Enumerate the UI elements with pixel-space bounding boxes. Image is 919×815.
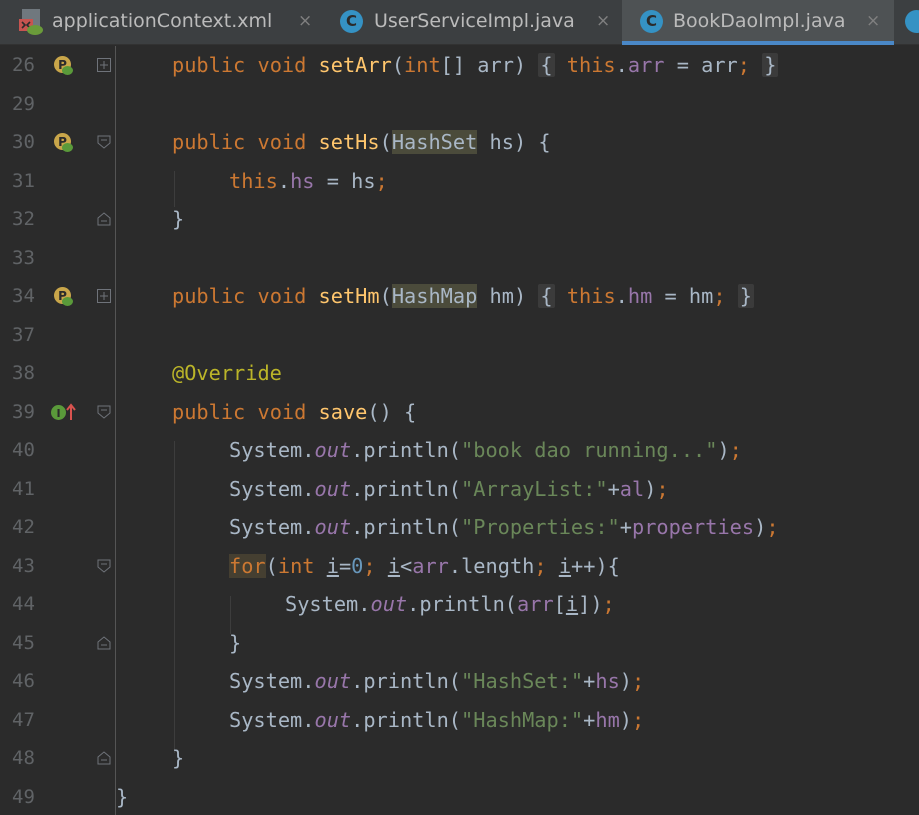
- code-text: }: [172, 207, 185, 231]
- line-number: 33: [12, 246, 35, 269]
- line-number: 31: [12, 169, 35, 192]
- code-text: System.out.println("ArrayList:"+al);: [229, 476, 669, 501]
- ide-window: applicationContext.xml × C UserServiceIm…: [0, 0, 919, 815]
- code-line[interactable]: 29: [0, 85, 919, 124]
- code-text: public void setHm(HashMap hm) { this.hm …: [172, 284, 755, 308]
- line-number: 32: [12, 208, 35, 230]
- line-number: 29: [12, 92, 35, 115]
- code-line[interactable]: 37: [0, 316, 919, 355]
- line-number: 44: [12, 593, 35, 615]
- code-text: }: [172, 746, 185, 770]
- fold-end-icon[interactable]: [96, 211, 112, 227]
- fold-plus-icon[interactable]: [96, 288, 112, 304]
- code-text: for(int i=0; i<arr.length; i++){: [229, 553, 620, 578]
- fold-open-icon[interactable]: [96, 404, 112, 420]
- tab-label: UserServiceImpl.java: [374, 10, 575, 32]
- code-line[interactable]: 47 System.out.println("HashMap:"+hm);: [0, 701, 919, 740]
- code-text: System.out.println("HashMap:"+hm);: [229, 707, 645, 732]
- close-icon[interactable]: ×: [596, 0, 610, 43]
- code-line[interactable]: 34 P public void setHm(HashMap hm) { thi…: [0, 277, 919, 316]
- code-line[interactable]: 32 }: [0, 200, 919, 239]
- code-line[interactable]: 44 System.out.println(arr[i]);: [0, 585, 919, 624]
- code-line[interactable]: 41 System.out.println("ArrayList:"+al);: [0, 470, 919, 509]
- code-line[interactable]: 31 this.hs = hs;: [0, 162, 919, 201]
- code-line[interactable]: 39 I public void save() {: [0, 393, 919, 432]
- line-number: 46: [12, 670, 35, 692]
- fold-end-icon[interactable]: [96, 750, 112, 766]
- line-number: 49: [12, 785, 35, 808]
- line-number: 30: [12, 131, 35, 153]
- line-number: 26: [12, 54, 35, 76]
- spring-property-icon[interactable]: P: [53, 132, 74, 153]
- xml-file-icon: [19, 9, 43, 35]
- line-number: 41: [12, 477, 35, 500]
- code-line[interactable]: 42 System.out.println("Properties:"+prop…: [0, 508, 919, 547]
- code-text: System.out.println(arr[i]);: [285, 592, 615, 616]
- line-number: 42: [12, 516, 35, 538]
- line-number: 40: [12, 439, 35, 461]
- active-tab-indicator: [622, 41, 894, 45]
- code-line[interactable]: 30 P public void setHs(HashSet hs) {: [0, 123, 919, 162]
- code-line[interactable]: 46 System.out.println("HashSet:"+hs);: [0, 662, 919, 701]
- line-number: 34: [12, 285, 35, 307]
- line-number: 39: [12, 400, 35, 423]
- line-number: 45: [12, 631, 35, 654]
- code-text: public void setHs(HashSet hs) {: [172, 130, 551, 154]
- java-class-icon[interactable]: [905, 10, 919, 33]
- java-class-icon: C: [640, 10, 663, 33]
- fold-open-icon[interactable]: [96, 134, 112, 150]
- code-line[interactable]: 38 @Override: [0, 354, 919, 393]
- tab-label: BookDaoImpl.java: [673, 10, 846, 32]
- line-number: 43: [12, 554, 35, 577]
- close-icon[interactable]: ×: [866, 0, 880, 43]
- svg-text:I: I: [56, 407, 60, 420]
- code-line[interactable]: 48 }: [0, 739, 919, 778]
- implements-method-icon[interactable]: I: [50, 402, 78, 423]
- editor-tab-bar: applicationContext.xml × C UserServiceIm…: [0, 0, 919, 45]
- spring-property-icon[interactable]: P: [53, 55, 74, 76]
- code-text: System.out.println("Properties:"+propert…: [229, 515, 779, 539]
- line-number: 47: [12, 708, 35, 731]
- tab-application-context[interactable]: applicationContext.xml ×: [0, 0, 320, 45]
- close-icon[interactable]: ×: [298, 0, 312, 43]
- code-line[interactable]: 45 }: [0, 624, 919, 663]
- tab-user-service-impl[interactable]: C UserServiceImpl.java ×: [320, 0, 622, 45]
- code-line[interactable]: 49 }: [0, 778, 919, 815]
- code-line[interactable]: 40 System.out.println("book dao running.…: [0, 431, 919, 470]
- line-number: 48: [12, 747, 35, 769]
- java-class-icon: C: [340, 10, 363, 33]
- code-line[interactable]: 33: [0, 239, 919, 278]
- line-number: 37: [12, 323, 35, 346]
- code-line[interactable]: 43 for(int i=0; i<arr.length; i++){: [0, 547, 919, 586]
- code-editor[interactable]: 26 P public void setArr(int[] arr) { thi…: [0, 46, 919, 815]
- tab-label: applicationContext.xml: [52, 10, 273, 32]
- tab-book-dao-impl[interactable]: C BookDaoImpl.java ×: [622, 0, 894, 45]
- code-text: @Override: [172, 361, 282, 385]
- code-line[interactable]: 26 P public void setArr(int[] arr) { thi…: [0, 46, 919, 85]
- line-number: 38: [12, 362, 35, 384]
- code-text: public void setArr(int[] arr) { this.arr…: [172, 53, 779, 77]
- code-text: }: [229, 630, 242, 655]
- code-text: }: [116, 784, 129, 809]
- fold-open-icon[interactable]: [96, 558, 112, 574]
- code-text: public void save() {: [172, 399, 417, 424]
- code-text: System.out.println("book dao running..."…: [229, 438, 742, 462]
- code-text: this.hs = hs;: [229, 168, 388, 193]
- fold-plus-icon[interactable]: [96, 57, 112, 73]
- spring-property-icon[interactable]: P: [53, 286, 74, 307]
- code-text: System.out.println("HashSet:"+hs);: [229, 669, 645, 693]
- fold-end-icon[interactable]: [96, 635, 112, 651]
